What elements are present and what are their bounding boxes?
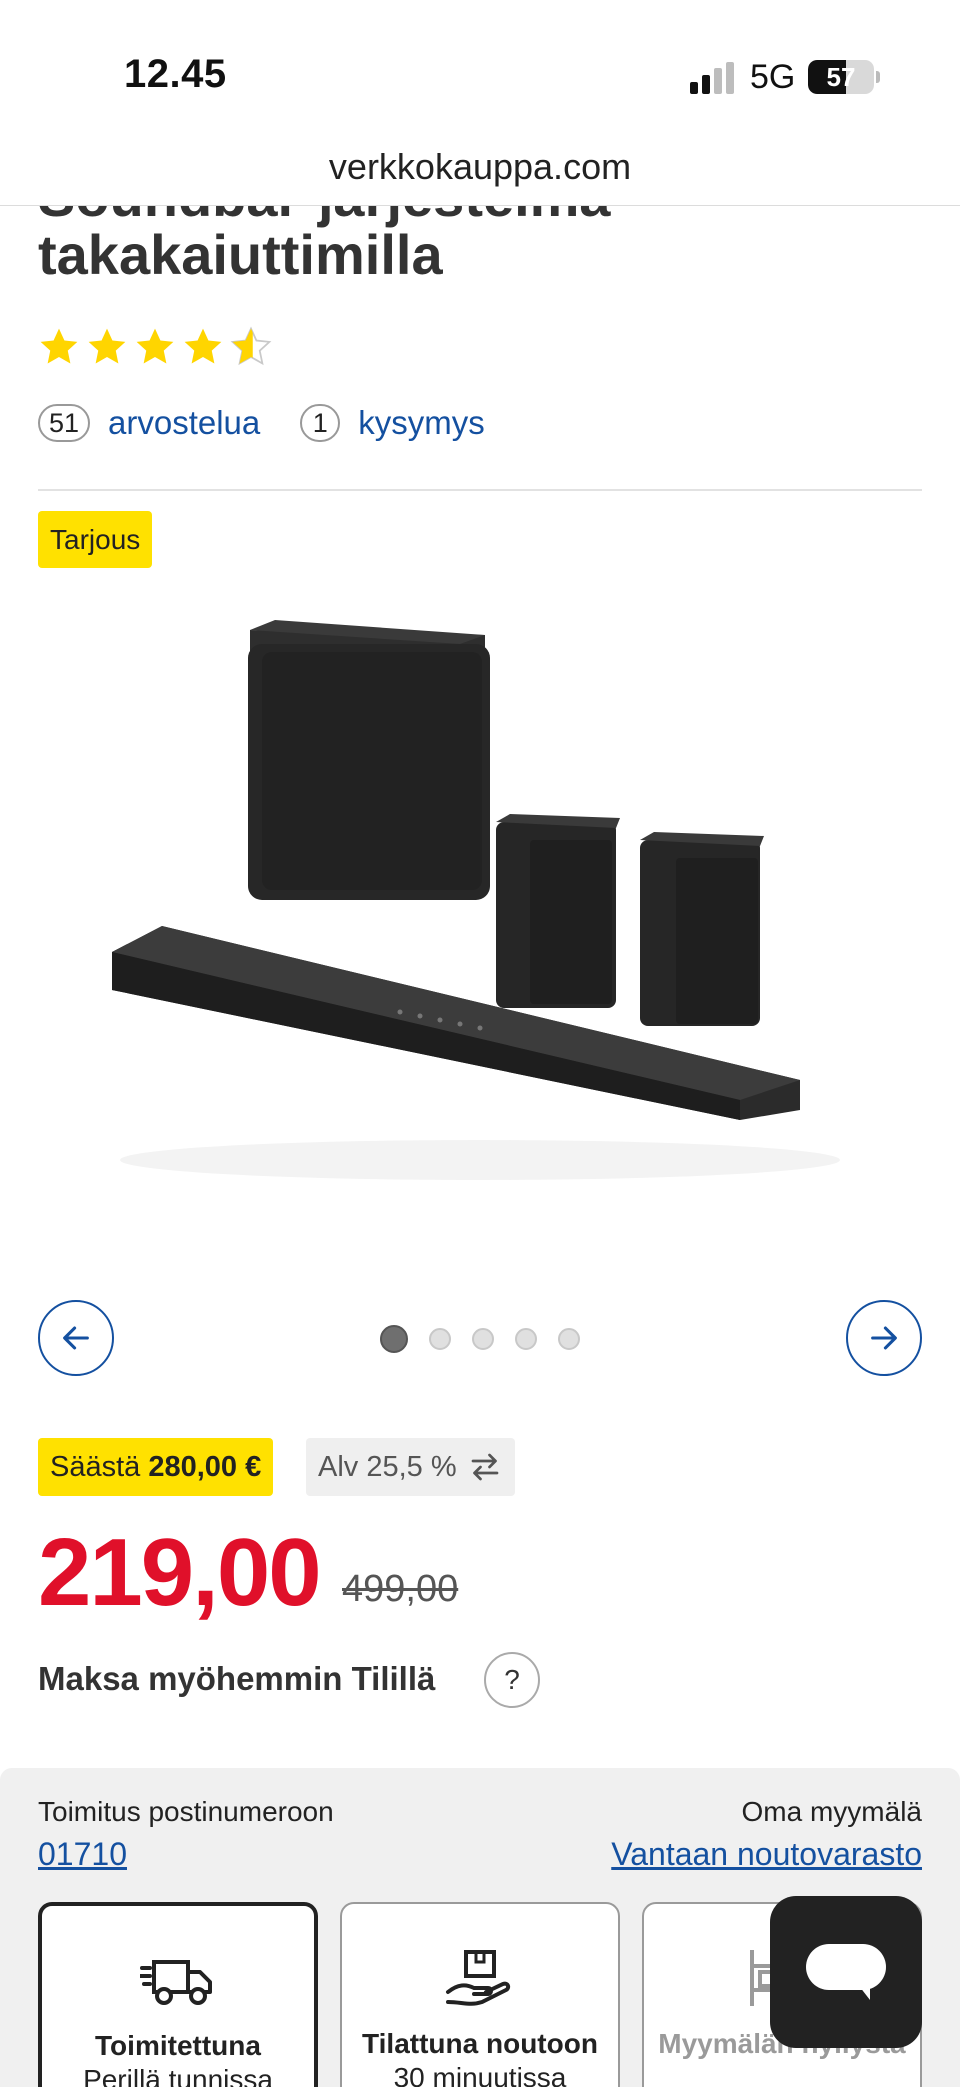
carousel-dot[interactable] xyxy=(429,1328,451,1350)
old-price: 499,00 xyxy=(342,1568,459,1610)
vat-toggle[interactable]: Alv 25,5 % xyxy=(306,1438,515,1496)
prev-image-button[interactable] xyxy=(38,1300,114,1376)
chat-bubble-tail xyxy=(856,1982,870,2000)
savings-amount: 280,00 € xyxy=(148,1451,262,1483)
option-subtitle: 30 minuutissa xyxy=(393,2062,567,2087)
carousel-dot[interactable] xyxy=(515,1328,537,1350)
savings-badge: Säästä 280,00 € xyxy=(38,1438,274,1496)
option-subtitle: Perillä tunnissa xyxy=(83,2064,273,2087)
current-price: 219,00 xyxy=(38,1519,322,1626)
next-image-button[interactable] xyxy=(846,1300,922,1376)
star-half-icon xyxy=(230,326,272,366)
postal-code-link[interactable]: 01710 xyxy=(38,1836,127,1873)
pay-later-help-button[interactable]: ? xyxy=(484,1652,540,1708)
status-time: 12.45 xyxy=(124,52,227,96)
carousel-dot[interactable] xyxy=(380,1325,408,1353)
arrow-left-icon xyxy=(63,1326,89,1350)
delivery-option-home[interactable]: Toimitettuna Perillä tunnissa xyxy=(38,1902,318,2087)
rating-stars xyxy=(38,326,272,374)
pay-later-text: Maksa myöhemmin Tilillä xyxy=(38,1660,436,1697)
carousel-dot[interactable] xyxy=(472,1328,494,1350)
star-full-icon xyxy=(136,328,174,364)
offer-badge: Tarjous xyxy=(38,511,153,568)
package-hand-icon xyxy=(446,1950,511,2006)
vat-label: Alv 25,5 % xyxy=(318,1451,457,1483)
swap-icon xyxy=(471,1453,498,1481)
network-label: 5G xyxy=(750,58,796,96)
divider xyxy=(38,489,922,491)
chat-bubble-icon xyxy=(806,1944,886,1990)
option-title: Tilattuna noutoon xyxy=(362,2028,598,2059)
questions-count: 1 xyxy=(300,404,341,442)
signal-icon xyxy=(690,62,734,94)
product-image[interactable] xyxy=(100,600,860,1220)
url-bar[interactable]: verkkokauppa.com xyxy=(0,140,960,206)
reviews-count: 51 xyxy=(38,404,90,442)
battery-tip xyxy=(876,71,880,83)
chat-button[interactable] xyxy=(770,1896,922,2048)
review-meta: 51 arvostelua 1 kysymys xyxy=(38,404,485,442)
star-full-icon xyxy=(184,328,222,364)
questions-link[interactable]: kysymys xyxy=(358,404,485,442)
store-link[interactable]: Vantaan noutovarasto xyxy=(611,1836,922,1873)
battery-percent: 57 xyxy=(826,62,856,92)
delivery-postal-label: Toimitus postinumeroon xyxy=(38,1796,334,1827)
battery-icon: 57 xyxy=(808,60,874,94)
option-title: Toimitettuna xyxy=(95,2030,261,2061)
arrow-right-icon xyxy=(871,1326,897,1350)
status-bar: 12.45 5G 57 xyxy=(0,0,960,150)
delivery-option-pickup[interactable]: Tilattuna noutoon 30 minuutissa xyxy=(340,1902,620,2087)
carousel-dot[interactable] xyxy=(558,1328,580,1350)
savings-prefix: Säästä xyxy=(50,1451,141,1483)
star-full-icon xyxy=(40,328,78,364)
reviews-link[interactable]: arvostelua xyxy=(108,404,260,442)
delivery-truck-icon xyxy=(140,1960,212,2005)
store-label: Oma myymälä xyxy=(741,1796,922,1827)
product-title: takakaiuttimilla xyxy=(38,223,443,286)
star-full-icon xyxy=(88,328,126,364)
carousel-dots xyxy=(380,1325,580,1353)
